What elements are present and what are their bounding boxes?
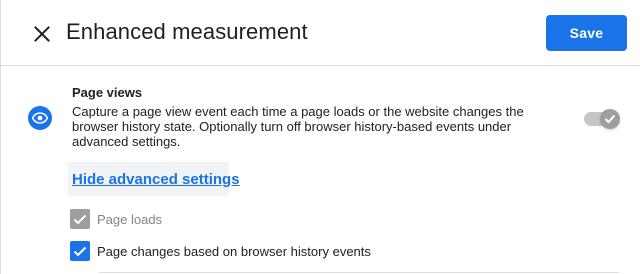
close-icon [34,26,50,42]
page-views-description: Capture a page view event each time a pa… [72,104,524,149]
divider [99,272,619,273]
close-button[interactable] [28,20,56,48]
eye-icon [28,106,52,130]
check-icon [73,214,87,224]
panel-header: Enhanced measurement Save [1,0,640,66]
save-button[interactable]: Save [546,15,627,51]
check-icon [73,246,87,256]
option-history-events: Page changes based on browser history ev… [70,241,371,261]
page-views-title: Page views [72,85,143,100]
history-events-checkbox[interactable] [70,241,90,261]
option-page-loads: Page loads [70,209,162,229]
enhanced-measurement-panel: Enhanced measurement Save Page views Cap… [0,0,640,274]
page-title: Enhanced measurement [66,19,308,44]
hide-advanced-settings-link[interactable]: Hide advanced settings [72,171,240,188]
page-loads-checkbox[interactable] [70,209,90,229]
toggle-knob [600,109,620,129]
history-events-label: Page changes based on browser history ev… [97,243,371,259]
check-icon [604,114,616,124]
page-loads-label: Page loads [97,211,163,227]
page-views-toggle[interactable] [584,109,620,129]
